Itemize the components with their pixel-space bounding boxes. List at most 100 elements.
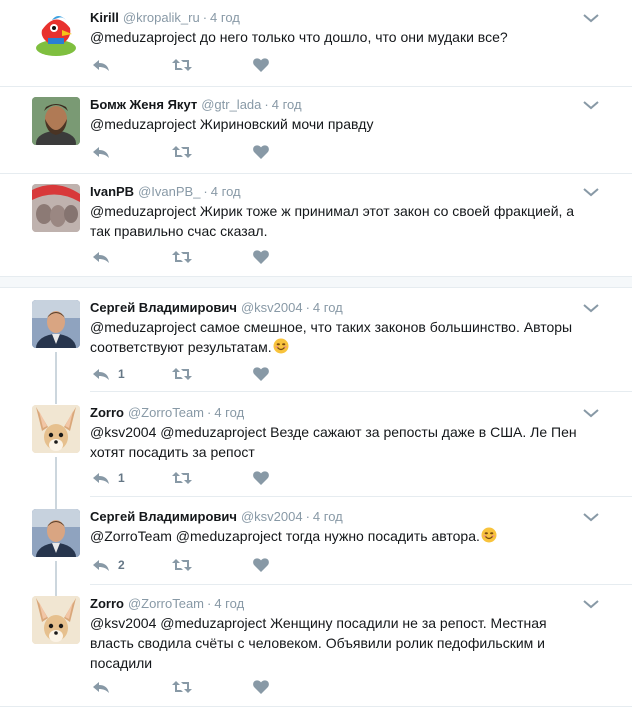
reply-button[interactable] [92, 250, 110, 264]
retweet-icon [172, 558, 192, 572]
like-icon [253, 367, 269, 381]
username[interactable]: @kropalik_ru [123, 10, 200, 25]
tweet-text: @meduzaproject Жирик тоже ж принимал это… [90, 203, 575, 239]
tweet-header: IvanPB @IvanPB_ · 4 год [90, 184, 241, 200]
divider [90, 391, 632, 392]
retweet-icon [172, 145, 192, 159]
timestamp[interactable]: 4 год [313, 300, 343, 315]
divider [0, 173, 632, 174]
separator-dot: · [305, 300, 310, 315]
tweet-text: @meduzaproject самое смешное, что таких … [90, 317, 585, 357]
like-icon [253, 558, 269, 572]
display-name[interactable]: Zorro [90, 596, 124, 611]
avatar[interactable] [32, 509, 80, 557]
display-name[interactable]: Zorro [90, 405, 124, 420]
reply-button[interactable] [92, 145, 110, 159]
smiling-face-emoji-icon [481, 527, 497, 543]
reply-icon [92, 145, 110, 159]
separator-dot: · [207, 596, 212, 611]
like-button[interactable] [253, 58, 269, 72]
reply-icon [92, 367, 110, 381]
reply-button[interactable] [92, 680, 110, 694]
retweet-button[interactable] [172, 367, 192, 381]
tweet-header: Kirill @kropalik_ru · 4 год [90, 10, 240, 26]
retweet-button[interactable] [172, 471, 192, 485]
reply-icon [92, 558, 110, 572]
like-button[interactable] [253, 680, 269, 694]
tweet-text-body: @ZorroTeam @meduzaproject тогда нужно по… [90, 528, 480, 544]
retweet-button[interactable] [172, 250, 192, 264]
retweet-icon [172, 250, 192, 264]
username[interactable]: @ZorroTeam [128, 405, 204, 420]
reply-button[interactable]: 2 [92, 558, 125, 572]
retweet-button[interactable] [172, 558, 192, 572]
tweet-text: @ksv2004 @meduzaproject Везде сажают за … [90, 424, 577, 460]
like-button[interactable] [253, 145, 269, 159]
avatar[interactable] [32, 184, 80, 232]
like-icon [253, 471, 269, 485]
chevron-down-icon[interactable] [582, 301, 600, 315]
timestamp[interactable]: 4 год [214, 596, 244, 611]
thread-connector [55, 457, 57, 509]
timestamp[interactable]: 4 год [214, 405, 244, 420]
display-name[interactable]: Kirill [90, 10, 119, 25]
tweet-text: @ksv2004 @meduzaproject Женщину посадили… [90, 615, 547, 671]
like-button[interactable] [253, 367, 269, 381]
avatar[interactable] [32, 300, 80, 348]
separator-dot: · [264, 97, 269, 112]
separator-dot: · [207, 405, 212, 420]
tweet-header: Zorro @ZorroTeam · 4 год [90, 405, 244, 421]
retweet-icon [172, 471, 192, 485]
chevron-down-icon[interactable] [582, 510, 600, 524]
display-name[interactable]: Сергей Владимирович [90, 509, 237, 524]
thread-connector [55, 352, 57, 404]
like-button[interactable] [253, 471, 269, 485]
reply-button[interactable]: 1 [92, 471, 125, 485]
timestamp[interactable]: 4 год [211, 184, 241, 199]
username[interactable]: @gtr_lada [201, 97, 261, 112]
retweet-button[interactable] [172, 145, 192, 159]
like-button[interactable] [253, 558, 269, 572]
like-icon [253, 250, 269, 264]
chevron-down-icon[interactable] [582, 11, 600, 25]
divider [0, 86, 632, 87]
retweet-button[interactable] [172, 680, 192, 694]
display-name[interactable]: Бомж Женя Якут [90, 97, 197, 112]
conversation-gap [0, 276, 632, 288]
divider [90, 496, 632, 497]
reply-icon [92, 680, 110, 694]
retweet-button[interactable] [172, 58, 192, 72]
chevron-down-icon[interactable] [582, 406, 600, 420]
tweet-header: Бомж Женя Якут @gtr_lada · 4 год [90, 97, 302, 113]
avatar[interactable] [32, 8, 80, 56]
chevron-down-icon[interactable] [582, 597, 600, 611]
reply-icon [92, 471, 110, 485]
tweet-header: Сергей Владимирович @ksv2004 · 4 год [90, 300, 343, 316]
timestamp[interactable]: 4 год [210, 10, 240, 25]
chevron-down-icon[interactable] [582, 98, 600, 112]
display-name[interactable]: IvanPB [90, 184, 134, 199]
display-name[interactable]: Сергей Владимирович [90, 300, 237, 315]
username[interactable]: @ZorroTeam [128, 596, 204, 611]
reply-button[interactable]: 1 [92, 367, 125, 381]
smiling-face-emoji-icon [273, 338, 289, 354]
tweet-header: Сергей Владимирович @ksv2004 · 4 год [90, 509, 343, 525]
separator-dot: · [202, 10, 208, 25]
divider [90, 584, 632, 585]
username[interactable]: @IvanPB_ [138, 184, 200, 199]
chevron-down-icon[interactable] [582, 185, 600, 199]
timestamp[interactable]: 4 год [272, 97, 302, 112]
reply-button[interactable] [92, 58, 110, 72]
like-button[interactable] [253, 250, 269, 264]
reply-count: 1 [118, 471, 125, 485]
avatar[interactable] [32, 97, 80, 145]
username[interactable]: @ksv2004 [241, 300, 303, 315]
reply-icon [92, 58, 110, 72]
reply-count: 2 [118, 558, 125, 572]
retweet-icon [172, 58, 192, 72]
avatar[interactable] [32, 405, 80, 453]
reply-icon [92, 250, 110, 264]
username[interactable]: @ksv2004 [241, 509, 303, 524]
timestamp[interactable]: 4 год [313, 509, 343, 524]
avatar[interactable] [32, 596, 80, 644]
